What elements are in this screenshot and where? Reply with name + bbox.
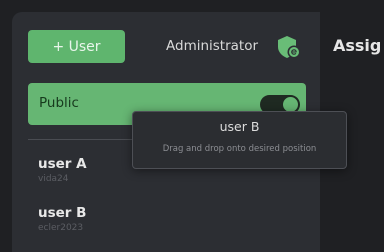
add-user-button[interactable]: + User	[28, 30, 125, 63]
drag-tooltip-hint: Drag and drop onto desired position	[162, 144, 317, 154]
group-label: Public	[39, 95, 79, 111]
user-password: ecler2023	[38, 223, 84, 233]
user-list-item[interactable]: user A vida24	[38, 156, 87, 184]
toggle-knob	[283, 97, 298, 112]
user-list-item[interactable]: user B ecler2023	[38, 205, 86, 233]
user-name: user A	[38, 156, 87, 172]
drag-tooltip-title: user B	[219, 119, 260, 134]
drag-tooltip: user B Drag and drop onto desired positi…	[132, 111, 347, 169]
page-title: Assig	[333, 36, 382, 55]
app-window: Assig + User Administrator Public user A…	[0, 0, 384, 252]
account-label: Administrator	[166, 38, 259, 54]
user-name: user B	[38, 205, 87, 221]
user-password: vida24	[38, 174, 69, 184]
admin-shield-icon[interactable]	[276, 35, 302, 59]
